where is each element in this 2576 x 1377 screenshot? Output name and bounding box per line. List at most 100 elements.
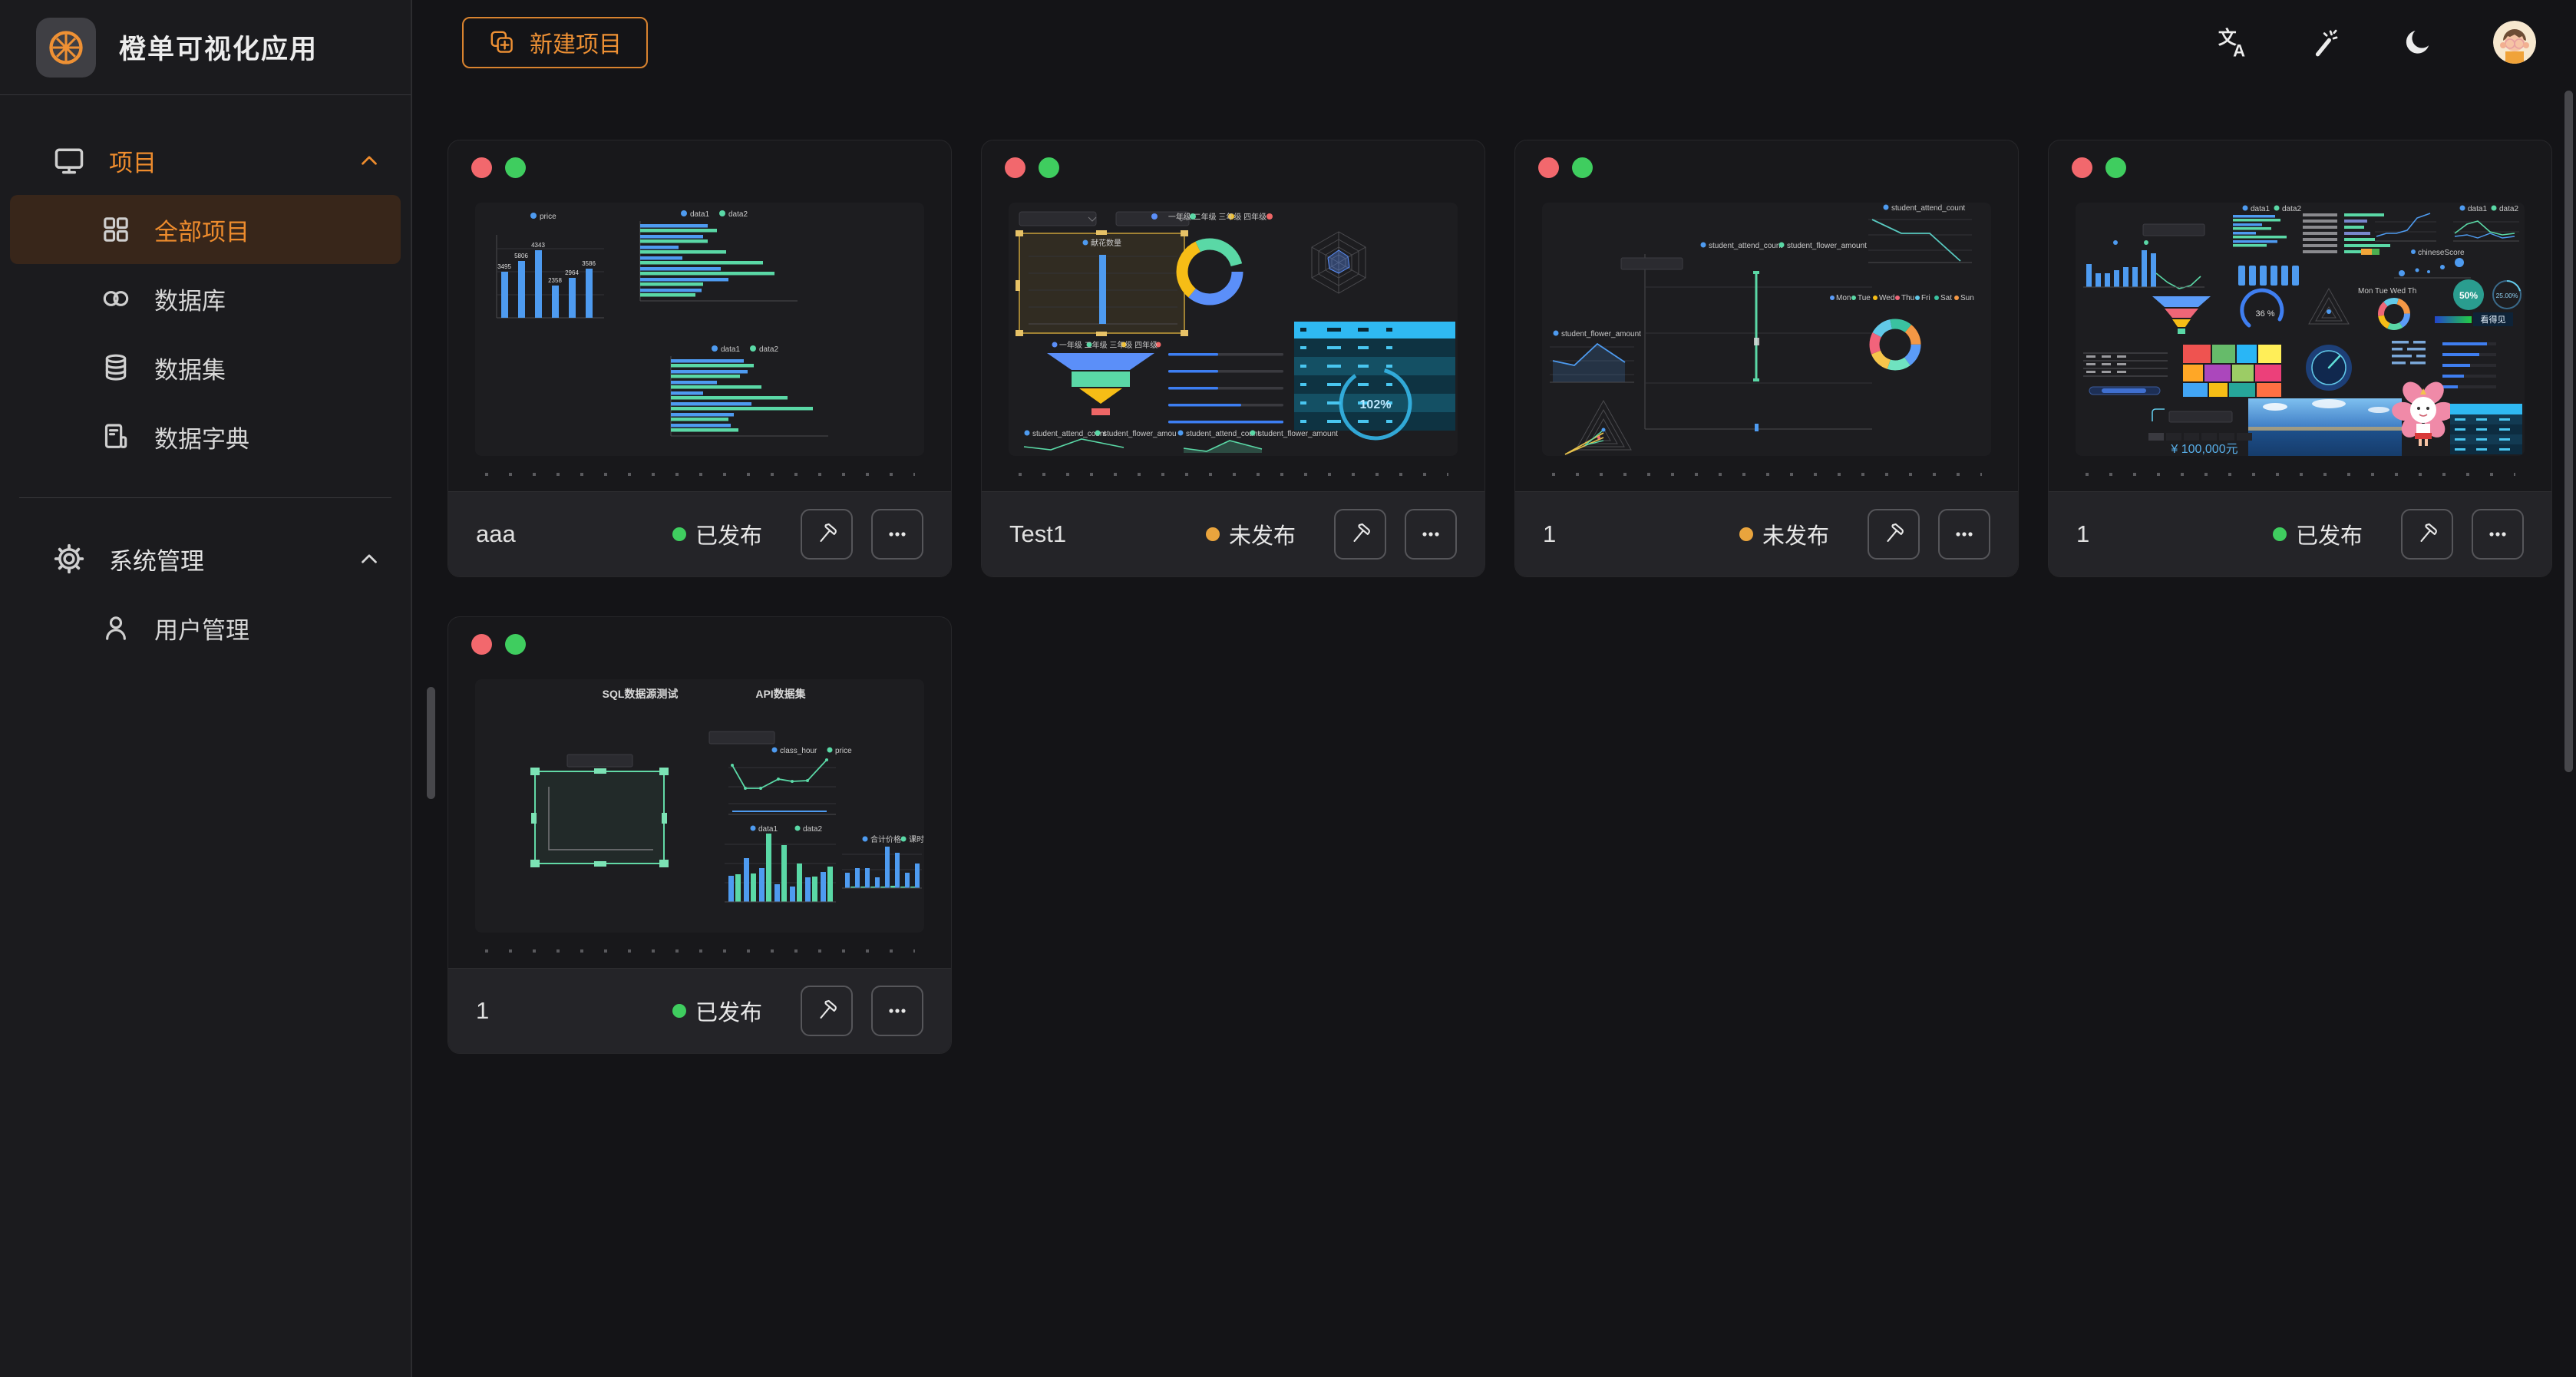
svg-text:Fri: Fri [1921, 294, 1930, 302]
svg-text:36 %: 36 % [2255, 309, 2274, 319]
edit-project-button[interactable] [2401, 509, 2453, 560]
status-badge: 未发布 [1206, 518, 1296, 550]
sidebar-group-system[interactable]: 系统管理 [10, 524, 401, 593]
svg-text:Mon Tue Wed Th: Mon Tue Wed Th [2358, 287, 2416, 296]
sidebar-item-label: 全部项目 [154, 213, 249, 247]
sidebar-group-projects[interactable]: 项目 [10, 126, 401, 195]
project-card[interactable]: price 34955806 43432358 29643586 data1 [447, 140, 952, 577]
svg-text:25.00%: 25.00% [2496, 292, 2518, 299]
svg-text:data2: data2 [728, 210, 748, 219]
magic-wand-button[interactable] [2309, 25, 2343, 59]
svg-text:合计价格: 合计价格 [870, 834, 901, 844]
svg-text:Sun: Sun [1960, 294, 1974, 302]
moon-icon [2403, 27, 2433, 58]
content-left-scrollbar[interactable] [427, 687, 435, 799]
ellipsis-icon [884, 998, 910, 1024]
svg-text:API数据集: API数据集 [755, 688, 806, 700]
more-actions-button[interactable] [1938, 509, 1990, 560]
sidebar-divider [19, 497, 391, 498]
gear-icon [52, 542, 86, 576]
project-thumbnail: SQL数据源测试 API数据集 class_hour price [475, 679, 924, 933]
project-card[interactable]: student_attend_count student_flower_amou… [1514, 140, 2019, 577]
svg-text:price: price [835, 747, 852, 755]
sidebar-item-users[interactable]: 用户管理 [10, 593, 401, 662]
status-dot [672, 1004, 686, 1018]
magic-wand-icon [2310, 26, 2342, 58]
svg-text:Mon: Mon [1836, 294, 1851, 302]
edit-project-button[interactable] [1868, 509, 1920, 560]
hammer-icon [1880, 520, 1907, 548]
project-card[interactable]: SQL数据源测试 API数据集 class_hour price [447, 616, 952, 1054]
chevron-up-icon [356, 546, 382, 572]
status-badge: 已发布 [672, 518, 762, 550]
sidebar-item-database[interactable]: 数据库 [10, 264, 401, 333]
sidebar-item-label: 数据集 [154, 351, 226, 385]
edit-project-button[interactable] [801, 509, 853, 560]
svg-text:3586: 3586 [582, 260, 596, 267]
language-button[interactable]: 文 A [2217, 25, 2251, 59]
ellipsis-icon [884, 521, 910, 547]
more-actions-button[interactable] [2472, 509, 2524, 560]
topbar: 新建项目 文 A [412, 0, 2576, 84]
svg-text:一年级 二年级 三年级 四年级: 一年级 二年级 三年级 四年级 [1059, 340, 1158, 350]
status-dot [2273, 527, 2287, 541]
translate-icon: 文 A [2217, 25, 2251, 59]
status-dot [1739, 527, 1753, 541]
hammer-icon [813, 520, 841, 548]
svg-text:data1: data1 [758, 825, 778, 834]
svg-text:student_flower_amount: student_flower_amount [1258, 430, 1338, 438]
svg-text:data2: data2 [759, 345, 778, 354]
project-name: 1 [1543, 520, 1556, 548]
svg-text:4343: 4343 [531, 242, 545, 249]
more-actions-button[interactable] [871, 509, 923, 560]
svg-text:课时: 课时 [909, 835, 924, 844]
edit-project-button[interactable] [801, 986, 853, 1036]
svg-text:student_attend_count: student_attend_count [1186, 430, 1260, 438]
sidebar: 橙单可视化应用 项目 全部项目 [0, 0, 412, 1377]
svg-text:data1: data1 [2468, 205, 2487, 213]
svg-text:A: A [2233, 41, 2245, 59]
edit-project-button[interactable] [1334, 509, 1386, 560]
project-name: 1 [476, 997, 489, 1025]
status-label: 未发布 [1762, 518, 1829, 550]
project-card-grid: price 34955806 43432358 29643586 data1 [447, 140, 2552, 1054]
thumbnail-pager-dots [1552, 473, 1982, 476]
new-project-icon [488, 28, 516, 56]
sidebar-item-label: 数据库 [154, 282, 226, 316]
link-icon [101, 283, 131, 314]
app-logo [36, 18, 96, 78]
project-card[interactable]: 献花数量 一年级 二年级 三年级 四年级 [981, 140, 1485, 577]
sidebar-item-dictionary[interactable]: 数据字典 [10, 402, 401, 471]
hammer-icon [2413, 520, 2441, 548]
status-label: 未发布 [1229, 518, 1296, 550]
content-right-scrollbar[interactable] [2564, 91, 2573, 772]
card-green-dot [1572, 157, 1593, 178]
card-footer: aaa 已发布 [448, 491, 951, 576]
card-footer: 1 已发布 [2049, 491, 2551, 576]
status-badge: 已发布 [672, 995, 762, 1027]
svg-text:50%: 50% [2459, 290, 2478, 301]
more-actions-button[interactable] [871, 986, 923, 1036]
svg-text:102%: 102% [1360, 398, 1392, 411]
card-red-dot [1538, 157, 1559, 178]
svg-text:3495: 3495 [497, 263, 511, 270]
sidebar-item-dataset[interactable]: 数据集 [10, 333, 401, 402]
new-project-button[interactable]: 新建项目 [462, 17, 648, 68]
svg-text:price: price [540, 213, 556, 221]
chevron-up-icon [356, 147, 382, 173]
orange-logo-icon [46, 28, 86, 68]
thumbnail-pager-dots [1019, 473, 1448, 476]
user-avatar[interactable] [2493, 21, 2536, 64]
more-actions-button[interactable] [1405, 509, 1457, 560]
sidebar-item-label: 用户管理 [154, 611, 249, 646]
sidebar-item-all-projects[interactable]: 全部项目 [10, 195, 401, 264]
status-badge: 未发布 [1739, 518, 1829, 550]
svg-text:看得见: 看得见 [2481, 314, 2506, 325]
svg-text:chineseScore: chineseScore [2418, 249, 2465, 257]
svg-text:5806: 5806 [514, 253, 528, 259]
hammer-icon [1346, 520, 1374, 548]
dark-mode-button[interactable] [2401, 25, 2435, 59]
project-card[interactable]: data1 data2 [2048, 140, 2552, 577]
card-footer: 1 已发布 [448, 968, 951, 1053]
ellipsis-icon [1418, 521, 1444, 547]
